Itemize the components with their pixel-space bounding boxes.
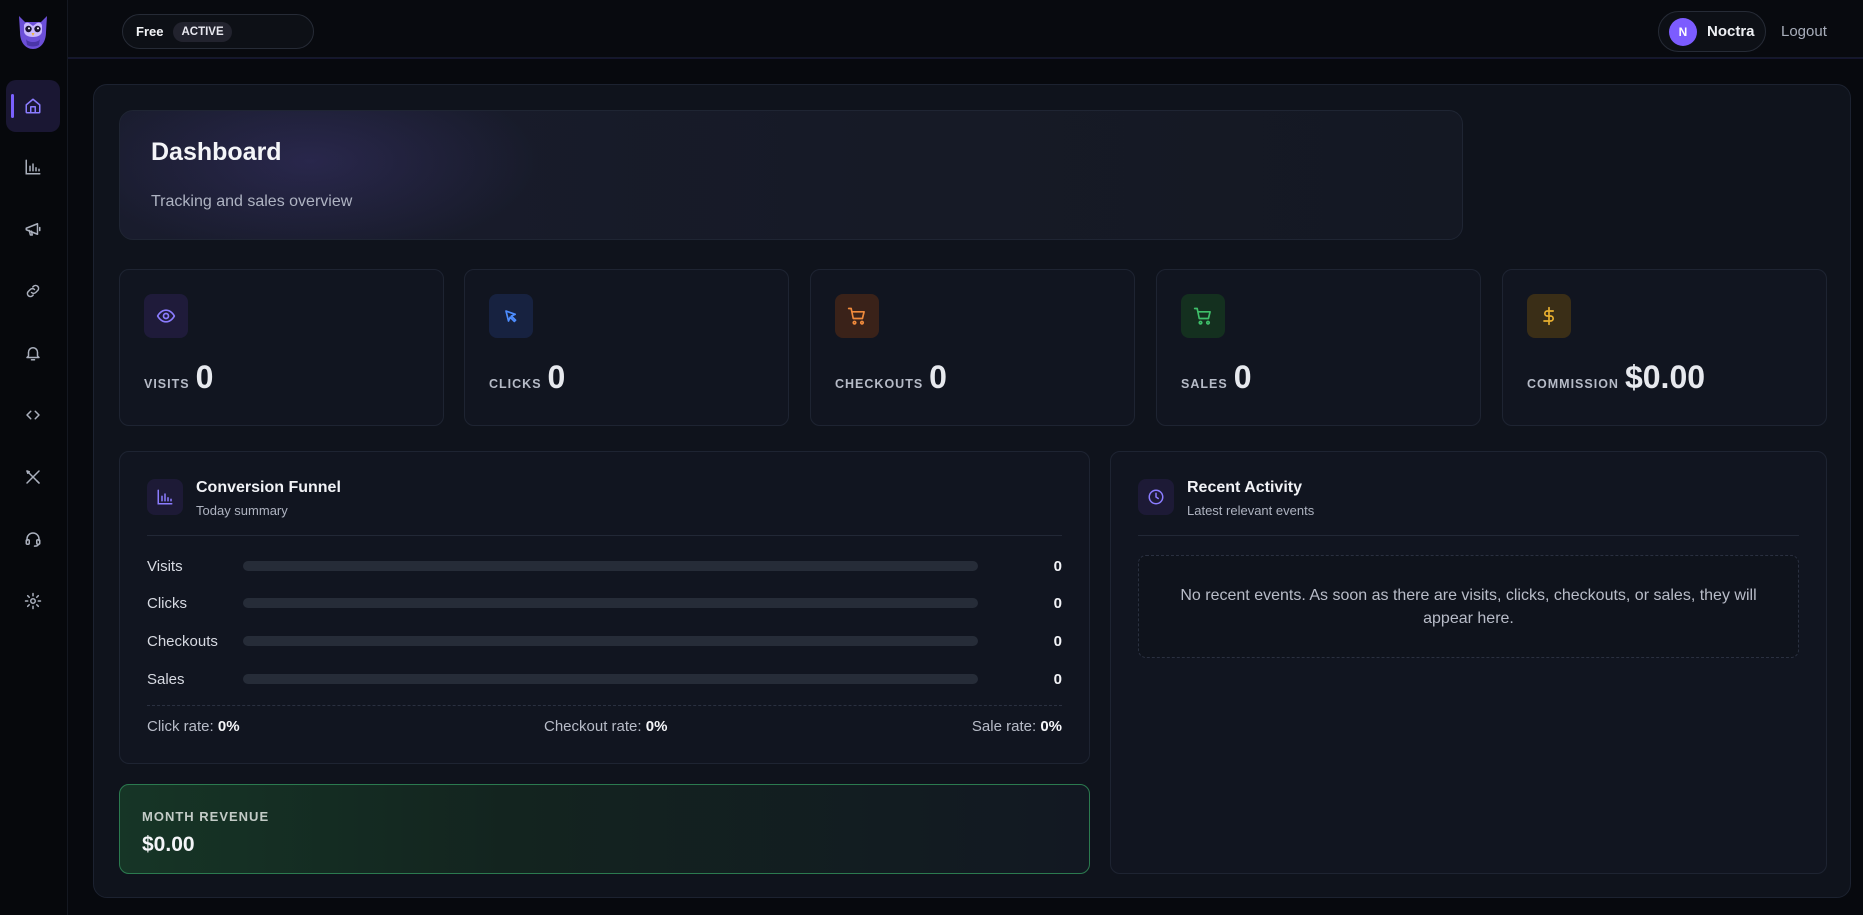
plan-name: Free (136, 24, 164, 39)
cart-icon (835, 294, 879, 338)
stat-label: CLICKS (489, 377, 542, 391)
bar-chart-icon (25, 159, 41, 175)
conversion-funnel-panel: Conversion Funnel Today summary Visits 0… (119, 451, 1090, 764)
funnel-value: 0 (1053, 594, 1062, 612)
tools-icon (26, 470, 40, 484)
funnel-row-clicks: Clicks 0 (147, 593, 1062, 613)
sidebar-item-settings[interactable] (6, 575, 60, 627)
code-icon (26, 410, 40, 420)
click-rate: Click rate: 0% (147, 718, 240, 735)
topbar: Free ACTIVE N Noctra Logout (68, 0, 1863, 58)
stat-value: 0 (547, 359, 566, 395)
stat-label: CHECKOUTS (835, 377, 924, 391)
sidebar-item-tools[interactable] (6, 451, 60, 503)
stat-label: COMMISSION (1527, 377, 1619, 391)
funnel-bar-track (243, 561, 978, 571)
rate-label: Checkout rate: (544, 718, 642, 735)
stat-card-commission: COMMISSION $0.00 (1502, 269, 1827, 426)
funnel-value: 0 (1053, 557, 1062, 575)
stat-card-checkouts: CHECKOUTS 0 (810, 269, 1135, 426)
sidebar-item-notifications[interactable] (6, 327, 60, 379)
home-icon (25, 98, 41, 114)
divider (147, 535, 1062, 536)
sale-rate: Sale rate: 0% (972, 718, 1062, 735)
empty-state-message: No recent events. As soon as there are v… (1180, 586, 1757, 627)
rate-value: 0% (1040, 718, 1062, 735)
funnel-bar-track (243, 636, 978, 646)
page-header: Dashboard Tracking and sales overview (119, 110, 1463, 240)
funnel-value: 0 (1053, 670, 1062, 688)
funnel-row-checkouts: Checkouts 0 (147, 631, 1062, 651)
sidebar (0, 0, 68, 915)
stat-card-clicks: CLICKS 0 (464, 269, 789, 426)
empty-state: No recent events. As soon as there are v… (1138, 555, 1799, 658)
plan-status-badge: ACTIVE (173, 21, 232, 42)
headset-icon (25, 532, 41, 547)
revenue-value: $0.00 (142, 833, 195, 856)
avatar: N (1669, 17, 1697, 46)
stat-value: 0 (1233, 359, 1252, 395)
page-subtitle: Tracking and sales overview (151, 193, 353, 210)
funnel-label: Visits (147, 557, 183, 575)
stat-card-visits: VISITS 0 (119, 269, 444, 426)
cursor-icon (489, 294, 533, 338)
checkout-rate: Checkout rate: 0% (544, 718, 667, 735)
funnel-row-sales: Sales 0 (147, 669, 1062, 689)
rate-value: 0% (217, 718, 240, 735)
rate-value: 0% (645, 718, 668, 735)
logout-link[interactable]: Logout (1781, 23, 1827, 40)
funnel-label: Sales (147, 670, 185, 688)
megaphone-icon (25, 223, 41, 236)
month-revenue-card: MONTH REVENUE $0.00 (119, 784, 1090, 874)
clock-icon (1138, 479, 1174, 515)
page-title: Dashboard (151, 138, 282, 166)
stat-label: VISITS (144, 377, 190, 391)
stat-value: 0 (929, 359, 947, 395)
funnel-label: Clicks (147, 594, 187, 612)
funnel-row-visits: Visits 0 (147, 556, 1062, 576)
stat-value: $0.00 (1624, 359, 1706, 395)
funnel-label: Checkouts (147, 632, 218, 650)
app-root: Free ACTIVE N Noctra Logout Dashboard Tr… (0, 0, 1863, 915)
bar-chart-icon (147, 479, 183, 515)
main-content: Dashboard Tracking and sales overview VI… (93, 84, 1851, 898)
sidebar-item-home[interactable] (6, 80, 60, 132)
stat-label: SALES (1181, 377, 1228, 391)
sidebar-item-campaigns[interactable] (6, 203, 60, 255)
funnel-bar-track (243, 674, 978, 684)
rate-label: Sale rate: (971, 718, 1037, 735)
user-name: Noctra (1707, 23, 1755, 40)
sidebar-item-analytics[interactable] (6, 141, 60, 193)
panel-subtitle: Today summary (196, 503, 288, 518)
eye-icon (144, 294, 188, 338)
user-menu[interactable]: N Noctra (1658, 11, 1766, 52)
sidebar-item-support[interactable] (6, 513, 60, 565)
recent-activity-panel: Recent Activity Latest relevant events N… (1110, 451, 1827, 874)
bell-icon (26, 347, 40, 361)
divider (147, 705, 1062, 706)
owl-logo-icon[interactable] (15, 12, 51, 52)
cart-icon (1181, 294, 1225, 338)
rate-label: Click rate: (147, 718, 214, 735)
gear-icon (24, 592, 42, 610)
link-icon (26, 284, 40, 298)
stat-value: 0 (195, 359, 214, 395)
dollar-icon (1527, 294, 1571, 338)
sidebar-item-integrations[interactable] (6, 389, 60, 441)
stat-card-sales: SALES 0 (1156, 269, 1481, 426)
panel-title: Recent Activity (1187, 479, 1302, 496)
panel-subtitle: Latest relevant events (1187, 503, 1315, 518)
funnel-value: 0 (1053, 632, 1062, 650)
divider (1138, 535, 1799, 536)
panel-title: Conversion Funnel (196, 479, 341, 496)
sidebar-item-links[interactable] (6, 265, 60, 317)
plan-badge[interactable]: Free ACTIVE (122, 14, 314, 49)
funnel-bar-track (243, 598, 978, 608)
revenue-label: MONTH REVENUE (142, 809, 270, 824)
